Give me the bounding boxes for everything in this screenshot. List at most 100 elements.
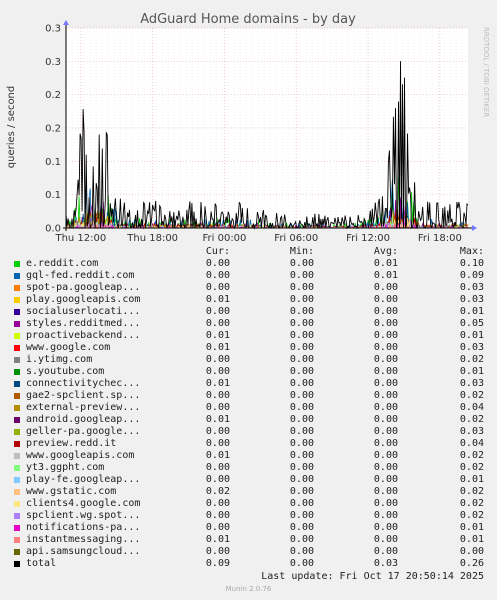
legend-item: gql-fed.reddit.com 0.00 0.00 0.01 0.09 — [14, 270, 484, 282]
legend-cur-value: 0.01 — [205, 294, 230, 305]
legend-avg-value: 0.00 — [373, 498, 398, 509]
legend-min-value: 0.00 — [289, 258, 314, 269]
legend-series-name: i.ytimg.com — [26, 354, 93, 365]
legend-cur-value: 0.01 — [205, 534, 230, 545]
legend-item: connectivitychec... 0.01 0.00 0.00 0.03 — [14, 378, 484, 390]
legend-avg-value: 0.00 — [373, 534, 398, 545]
legend-swatch — [14, 297, 20, 303]
legend-max-value: 0.03 — [459, 342, 484, 353]
x-axis-arrow — [472, 225, 477, 231]
legend-item: styles.redditmed... 0.00 0.00 0.00 0.05 — [14, 318, 484, 330]
legend-item: instantmessaging... 0.01 0.00 0.00 0.01 — [14, 534, 484, 546]
legend-avg-value: 0.00 — [373, 342, 398, 353]
y-tick-labels: 0.00.10.10.20.20.30.3 — [45, 24, 61, 235]
legend-item: yt3.ggpht.com 0.00 0.00 0.00 0.02 — [14, 462, 484, 474]
legend-min-value: 0.00 — [289, 474, 314, 485]
legend-cur-value: 0.01 — [205, 342, 230, 353]
legend-min-value: 0.00 — [289, 438, 314, 449]
legend-max-value: 0.10 — [459, 258, 484, 269]
legend-cur-value: 0.00 — [205, 390, 230, 401]
legend-series-name: instantmessaging... — [26, 534, 141, 545]
legend-swatch — [14, 417, 20, 423]
legend-item: s.youtube.com 0.00 0.00 0.00 0.01 — [14, 366, 484, 378]
legend-header-avg: Avg: — [373, 246, 398, 257]
legend-series-name: connectivitychec... — [26, 378, 141, 389]
legend-swatch — [14, 537, 20, 543]
legend-series-name: android.googleap... — [26, 414, 141, 425]
y-tick-label: 0.3 — [45, 57, 61, 68]
legend-avg-value: 0.00 — [373, 306, 398, 317]
legend-swatch — [14, 357, 20, 363]
legend-series-name: gql-fed.reddit.com — [26, 270, 135, 281]
legend-swatch — [14, 489, 20, 495]
legend-swatch — [14, 441, 20, 447]
legend-item: spot-pa.googleap... 0.00 0.00 0.00 0.03 — [14, 282, 484, 294]
legend-swatch — [14, 477, 20, 483]
legend-cur-value: 0.00 — [205, 354, 230, 365]
legend-min-value: 0.00 — [289, 282, 314, 293]
legend-avg-value: 0.00 — [373, 354, 398, 365]
legend-item: preview.redd.it 0.00 0.00 0.00 0.04 — [14, 438, 484, 450]
legend-cur-value: 0.02 — [205, 486, 230, 497]
legend-series-name: preview.redd.it — [26, 438, 117, 449]
legend-cur-value: 0.00 — [205, 474, 230, 485]
legend-min-value: 0.00 — [289, 462, 314, 473]
legend-max-value: 0.02 — [459, 414, 484, 425]
legend-min-value: 0.00 — [289, 294, 314, 305]
legend-max-value: 0.01 — [459, 330, 484, 341]
legend-swatch — [14, 561, 20, 567]
legend-series-name: play-fe.googleap... — [26, 474, 141, 485]
legend-avg-value: 0.00 — [373, 390, 398, 401]
legend-avg-value: 0.00 — [373, 450, 398, 461]
legend-series-name: e.reddit.com — [26, 258, 99, 269]
legend-item: spclient.wg.spot... 0.00 0.00 0.00 0.02 — [14, 510, 484, 522]
legend-avg-value: 0.00 — [373, 366, 398, 377]
legend-max-value: 0.02 — [459, 450, 484, 461]
legend-series-name: www.google.com — [26, 342, 111, 353]
legend-header-min: Min: — [289, 246, 314, 257]
legend-avg-value: 0.00 — [373, 426, 398, 437]
legend-item: www.googleapis.com 0.01 0.00 0.00 0.02 — [14, 450, 484, 462]
legend-swatch — [14, 501, 20, 507]
legend-item: i.ytimg.com 0.00 0.00 0.00 0.02 — [14, 354, 484, 366]
legend-item: api.samsungcloud... 0.00 0.00 0.00 0.00 — [14, 546, 484, 558]
legend-cur-value: 0.00 — [205, 258, 230, 269]
chart: AdGuard Home domains - by day queries / … — [6, 12, 490, 244]
legend-max-value: 0.02 — [459, 498, 484, 509]
x-tick-label: Fri 12:00 — [346, 233, 390, 244]
legend-avg-value: 0.00 — [373, 378, 398, 389]
legend-swatch — [14, 549, 20, 555]
legend-cur-value: 0.01 — [205, 330, 230, 341]
legend-max-value: 0.01 — [459, 474, 484, 485]
legend-min-value: 0.00 — [289, 534, 314, 545]
legend-max-value: 0.09 — [459, 270, 484, 281]
legend-min-value: 0.00 — [289, 546, 314, 557]
x-tick-label: Fri 18:00 — [418, 233, 462, 244]
legend-cur-value: 0.00 — [205, 498, 230, 509]
legend-swatch — [14, 333, 20, 339]
legend-min-value: 0.00 — [289, 270, 314, 281]
legend-item: notifications-pa... 0.00 0.00 0.00 0.01 — [14, 522, 484, 534]
legend-series-name: total — [26, 558, 57, 569]
legend-avg-value: 0.00 — [373, 402, 398, 413]
legend-min-value: 0.00 — [289, 318, 314, 329]
legend-max-value: 0.04 — [459, 438, 484, 449]
y-tick-label: 0.2 — [45, 124, 61, 135]
legend-min-value: 0.00 — [289, 450, 314, 461]
legend-series-name: spot-pa.googleap... — [26, 282, 141, 293]
legend-avg-value: 0.00 — [373, 282, 398, 293]
legend-item: play-fe.googleap... 0.00 0.00 0.00 0.01 — [14, 474, 484, 486]
legend-max-value: 0.02 — [459, 354, 484, 365]
legend-swatch — [14, 273, 20, 279]
legend-item: gae2-spclient.sp... 0.00 0.00 0.00 0.02 — [14, 390, 484, 402]
x-tick-label: Thu 18:00 — [126, 233, 178, 244]
chart-title: AdGuard Home domains - by day — [140, 12, 356, 27]
legend-max-value: 0.03 — [459, 378, 484, 389]
legend-swatch — [14, 429, 20, 435]
legend-max-value: 0.03 — [459, 294, 484, 305]
legend-series-name: socialuserlocati... — [26, 306, 141, 317]
legend-series-name: proactivebackend... — [26, 330, 141, 341]
legend-max-value: 0.00 — [459, 546, 484, 557]
legend-swatch — [14, 393, 20, 399]
legend-series-name: styles.redditmed... — [26, 318, 141, 329]
